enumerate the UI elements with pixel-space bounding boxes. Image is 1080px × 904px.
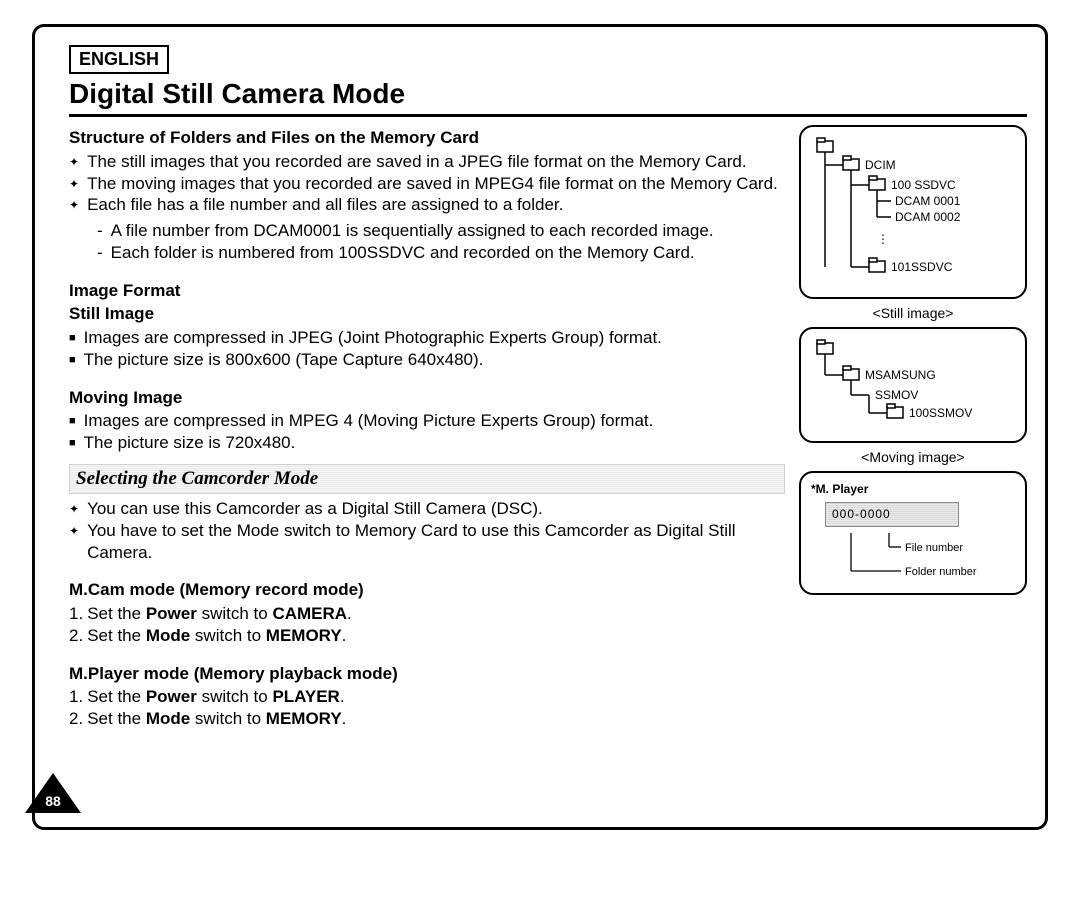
main-text-column: Structure of Folders and Files on the Me… (69, 125, 785, 734)
folder-number-label: Folder number (905, 566, 977, 578)
list-item-text: Set the Power switch to PLAYER. (87, 686, 344, 708)
mplayer-title: *M. Player (811, 481, 1015, 498)
tree-label: 101SSDVC (891, 260, 953, 274)
moving-image-heading: Moving Image (69, 387, 785, 409)
still-image-list: Images are compressed in JPEG (Joint Pho… (69, 327, 785, 371)
list-item-text: Set the Power switch to CAMERA. (87, 603, 352, 625)
list-item-text: You have to set the Mode switch to Memor… (87, 520, 785, 564)
structure-sublist: A file number from DCAM0001 is sequentia… (69, 220, 785, 264)
tree-label: SSMOV (875, 388, 918, 402)
image-format-heading: Image Format (69, 280, 785, 302)
mcam-steps: Set the Power switch to CAMERA. Set the … (69, 603, 785, 647)
list-item-text: Set the Mode switch to MEMORY. (87, 708, 346, 730)
structure-list: The still images that you recorded are s… (69, 151, 785, 216)
list-item-text: Each folder is numbered from 100SSDVC an… (111, 242, 695, 264)
list-item-text: You can use this Camcorder as a Digital … (87, 498, 543, 520)
mplayer-diagram: File number Folder number (811, 533, 1011, 583)
tree-label: DCAM 0002 (895, 210, 961, 224)
list-item-text: Images are compressed in MPEG 4 (Moving … (84, 410, 654, 432)
moving-caption: <Moving image> (799, 449, 1027, 465)
diagram-column: DCIM 100 SSDVC DCAM 0001 DCAM 0002 ⋮ 101… (799, 125, 1027, 734)
svg-text:⋮: ⋮ (877, 232, 889, 246)
list-item-text: Set the Mode switch to MEMORY. (87, 625, 346, 647)
file-number-label: File number (905, 542, 963, 554)
list-item-text: Each file has a file number and all file… (87, 194, 563, 216)
list-item-text: The still images that you recorded are s… (87, 151, 747, 173)
still-tree-panel: DCIM 100 SSDVC DCAM 0001 DCAM 0002 ⋮ 101… (799, 125, 1027, 299)
moving-tree-panel: MSAMSUNG SSMOV 100SSMOV (799, 327, 1027, 443)
still-image-heading: Still Image (69, 303, 785, 325)
still-caption: <Still image> (799, 305, 1027, 321)
list-item-text: Images are compressed in JPEG (Joint Pho… (84, 327, 662, 349)
structure-heading: Structure of Folders and Files on the Me… (69, 127, 785, 149)
moving-tree-diagram: MSAMSUNG SSMOV 100SSMOV (811, 339, 1011, 431)
list-item-text: The picture size is 720x480. (84, 432, 296, 454)
list-item-text: The picture size is 800x600 (Tape Captur… (84, 349, 484, 371)
tree-label: DCAM 0001 (895, 194, 961, 208)
section-banner: Selecting the Camcorder Mode (69, 464, 785, 494)
mcam-heading: M.Cam mode (Memory record mode) (69, 579, 785, 601)
list-item-text: The moving images that you recorded are … (87, 173, 778, 195)
tree-label: DCIM (865, 158, 896, 172)
tree-label: 100SSMOV (909, 406, 972, 420)
mplayer-heading: M.Player mode (Memory playback mode) (69, 663, 785, 685)
mplayer-panel: *M. Player 000-0000 File number Folder n… (799, 471, 1027, 595)
still-tree-diagram: DCIM 100 SSDVC DCAM 0001 DCAM 0002 ⋮ 101… (811, 137, 1011, 287)
page-title: Digital Still Camera Mode (69, 78, 1027, 117)
tree-label: 100 SSDVC (891, 178, 956, 192)
page-number: 88 (25, 793, 81, 809)
manual-page: ENGLISH Digital Still Camera Mode Struct… (32, 24, 1048, 830)
mode-list: You can use this Camcorder as a Digital … (69, 498, 785, 563)
list-item-text: A file number from DCAM0001 is sequentia… (111, 220, 714, 242)
mplayer-steps: Set the Power switch to PLAYER. Set the … (69, 686, 785, 730)
tree-label: MSAMSUNG (865, 368, 936, 382)
moving-image-list: Images are compressed in MPEG 4 (Moving … (69, 410, 785, 454)
language-badge: ENGLISH (69, 45, 169, 74)
mplayer-display: 000-0000 (825, 502, 959, 527)
